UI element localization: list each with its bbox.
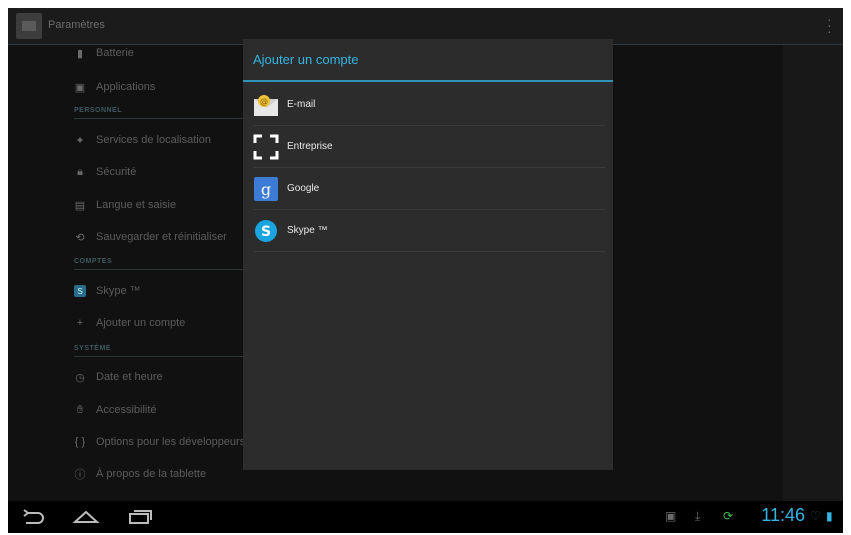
dialog-title: Ajouter un compte (253, 52, 359, 67)
screen: Paramètres · · · ▮ Batterie ▣ Applications… (8, 8, 843, 533)
location-icon: ✦ (75, 134, 85, 147)
settings-item-language[interactable]: ▤ Langue et saisie (74, 195, 176, 215)
settings-item-developer-options[interactable]: { } Options pour les développeurs (74, 432, 245, 452)
corporate-icon (253, 134, 279, 160)
settings-app-icon[interactable] (16, 13, 42, 39)
settings-item-label: Date et heure (96, 371, 163, 383)
google-icon: g (253, 176, 279, 202)
settings-item-date-time[interactable]: ◷ Date et heure (74, 367, 163, 387)
battery-icon: ▮ (76, 47, 84, 60)
section-header-systeme: SYSTÈME (74, 345, 111, 352)
add-account-dialog: Ajouter un compte @ E-mail Entreprise g … (243, 39, 613, 470)
section-divider (74, 118, 244, 119)
settings-item-label: Options pour les développeurs (96, 436, 246, 448)
screenshot-icon[interactable]: ▣ (665, 509, 676, 523)
settings-item-security[interactable]: 🔒︎ Sécurité (74, 162, 136, 182)
settings-item-location[interactable]: ✦ Services de localisation (74, 130, 211, 150)
keyboard-icon: ▤ (74, 199, 86, 212)
svg-text:@: @ (260, 97, 268, 106)
settings-item-skype[interactable]: S Skype ™ (74, 281, 141, 301)
settings-item-label: Skype ™ (96, 285, 141, 297)
account-option-email[interactable]: @ E-mail (253, 84, 605, 126)
settings-item-accessibility[interactable]: ✋︎ Accessibilité (74, 400, 157, 420)
settings-item-add-account[interactable]: + Ajouter un compte (74, 313, 186, 333)
settings-item-label: À propos de la tablette (96, 468, 207, 480)
settings-item-about-tablet[interactable]: ⓘ À propos de la tablette (74, 464, 207, 484)
detail-pane (783, 45, 843, 501)
info-icon: ⓘ (74, 469, 86, 481)
account-option-corporate[interactable]: Entreprise (253, 126, 605, 168)
account-option-google[interactable]: g Google (253, 168, 605, 210)
settings-item-label: Accessibilité (96, 404, 157, 416)
wifi-icon: ♡ (810, 509, 821, 523)
skype-icon: S (253, 218, 279, 244)
settings-item-label: Applications (96, 81, 156, 93)
status-clock[interactable]: 11:46 (761, 505, 805, 526)
svg-text:S: S (261, 224, 271, 240)
settings-item-label: Services de localisation (96, 134, 211, 146)
system-bar: ▣ ⤓ ⟳ 11:46 ♡ ▮ (8, 501, 843, 533)
settings-item-label: Ajouter un compte (96, 317, 186, 329)
settings-item-label: Sauvegarder et réinitialiser (96, 231, 227, 243)
sync-icon[interactable]: ⟳ (723, 509, 733, 523)
braces-icon: { } (74, 436, 86, 448)
plus-icon: + (76, 317, 84, 329)
dialog-title-divider (243, 80, 613, 82)
recent-apps-icon[interactable] (126, 507, 154, 527)
account-option-skype[interactable]: S Skype ™ (253, 210, 605, 252)
backup-icon: ⟲ (75, 231, 85, 244)
skype-icon: S (74, 285, 86, 297)
section-divider (74, 269, 244, 270)
section-header-personnel: PERSONNEL (74, 107, 123, 114)
hand-icon: ✋︎ (76, 403, 84, 416)
settings-item-backup[interactable]: ⟲ Sauvegarder et réinitialiser (74, 227, 227, 247)
lock-icon: 🔒︎ (77, 165, 83, 178)
overflow-menu-icon[interactable]: · · · (827, 12, 832, 38)
apps-icon: ▣ (74, 81, 86, 94)
settings-item-label: Langue et saisie (96, 199, 177, 211)
section-header-comptes: COMPTES (74, 258, 113, 265)
settings-item-label: Sécurité (96, 166, 137, 178)
email-icon: @ (253, 92, 279, 118)
section-divider (74, 356, 244, 357)
clock-icon: ◷ (75, 371, 85, 384)
app-title: Paramètres (48, 19, 105, 31)
download-icon[interactable]: ⤓ (695, 509, 700, 524)
home-icon[interactable] (72, 507, 100, 527)
battery-icon: ▮ (826, 509, 833, 523)
svg-text:g: g (261, 180, 271, 199)
settings-item-label: Batterie (96, 47, 134, 59)
settings-item-applications[interactable]: ▣ Applications (74, 77, 156, 97)
account-option-label: E-mail (287, 99, 316, 110)
settings-item-battery[interactable]: ▮ Batterie (74, 43, 134, 63)
account-option-label: Skype ™ (287, 225, 328, 236)
back-icon[interactable] (20, 507, 48, 527)
account-option-label: Google (287, 183, 320, 194)
account-option-label: Entreprise (287, 141, 333, 152)
